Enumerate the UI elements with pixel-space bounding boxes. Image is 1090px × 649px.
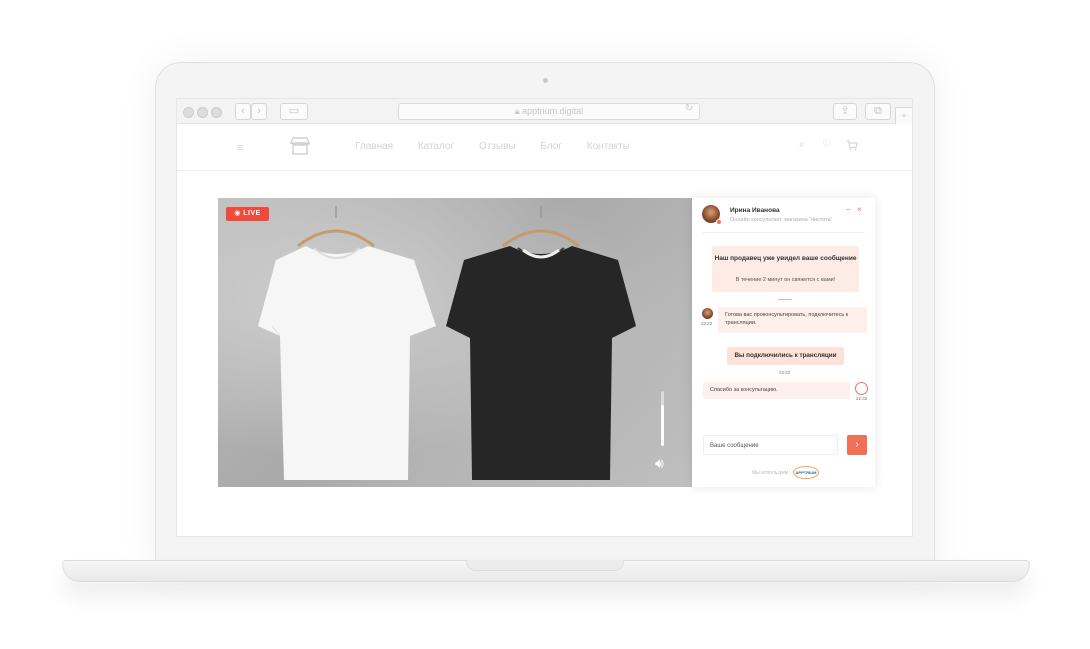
browser-window: ‹ › ▭ 🔒︎ apptrium.digital ↻ ⇪ ⧉ + ≡ Глав…: [176, 98, 913, 537]
site-nav: Главная Каталог Отзывы Блог Контакты: [355, 141, 652, 152]
store-logo-icon[interactable]: [289, 137, 311, 160]
user-message-bubble: Спасибо за консультацию.: [703, 382, 850, 399]
live-badge: ◉ LIVE: [226, 207, 269, 221]
sidebar-icon[interactable]: ▭: [280, 103, 308, 120]
agent-name: Ирина Иванова: [730, 207, 780, 214]
agent-message-time: 22:22: [701, 321, 713, 326]
operator-notice: Наш продавец уже увидел ваше сообщение В…: [712, 246, 859, 292]
minimize-icon[interactable]: –: [846, 205, 850, 214]
video-player[interactable]: ◉ LIVE 🔊︎: [218, 198, 692, 487]
system-message-time: 22:22: [779, 370, 791, 375]
agent-role: Онлайн консультант, магазина 'Чистота': [730, 217, 832, 223]
message-input[interactable]: Ваше сообщение: [703, 435, 838, 455]
window-zoom-dot[interactable]: [211, 107, 222, 118]
notice-subtitle: В течение 2 минут он свяжется с вами!: [735, 277, 836, 283]
send-arrow-icon: ›: [855, 439, 859, 450]
heart-icon[interactable]: ♡: [822, 139, 831, 150]
chat-header-divider: [702, 232, 865, 233]
user-avatar: [855, 382, 868, 395]
forward-icon[interactable]: ›: [251, 103, 267, 120]
user-message-time: 22:32: [856, 396, 868, 401]
nav-item-contacts[interactable]: Контакты: [587, 141, 630, 152]
close-icon[interactable]: ×: [857, 205, 862, 214]
address-bar[interactable]: 🔒︎ apptrium.digital: [398, 103, 700, 120]
agent-message-avatar: [702, 308, 713, 319]
user-message-text: Спасибо за консультацию.: [710, 387, 778, 393]
send-button[interactable]: ›: [847, 435, 867, 455]
tshirts-image: [258, 206, 636, 480]
window-close-dot[interactable]: [183, 107, 194, 118]
menu-icon[interactable]: ≡: [237, 142, 243, 154]
powered-by-text: Мы используем: [752, 470, 789, 476]
speaker-icon[interactable]: 🔊︎: [655, 455, 664, 472]
laptop-notch: [466, 560, 624, 571]
nav-item-blog[interactable]: Блог: [540, 141, 562, 152]
reload-icon[interactable]: ↻: [685, 103, 693, 114]
system-message: Вы подключились к трансляции: [727, 347, 844, 365]
live-label: LIVE: [243, 210, 261, 217]
lock-icon: 🔒︎: [514, 106, 520, 116]
agent-message-text: Готова вас проконсультировать, подключит…: [725, 312, 849, 326]
apptrium-logo[interactable]: APPTRIUM: [793, 466, 819, 479]
nav-item-home[interactable]: Главная: [355, 141, 393, 152]
cart-icon[interactable]: [846, 138, 858, 156]
search-icon[interactable]: ⌕: [799, 139, 805, 150]
accent-line: [778, 299, 792, 300]
new-tab-icon[interactable]: +: [895, 107, 912, 125]
nav-item-catalog[interactable]: Каталог: [418, 141, 454, 152]
tabs-icon[interactable]: ⧉: [865, 103, 891, 120]
agent-message-bubble: Готова вас проконсультировать, подключит…: [718, 307, 867, 333]
window-minimize-dot[interactable]: [197, 107, 208, 118]
address-text: apptrium.digital: [522, 106, 584, 116]
eye-icon: ◉: [234, 210, 241, 217]
online-indicator: [716, 219, 722, 225]
share-icon[interactable]: ⇪: [833, 103, 857, 120]
nav-item-reviews[interactable]: Отзывы: [479, 141, 516, 152]
camera-dot: [543, 78, 548, 83]
back-icon[interactable]: ‹: [235, 103, 251, 120]
volume-fill: [661, 404, 664, 446]
notice-title: Наш продавец уже увидел ваше сообщение: [714, 255, 857, 262]
